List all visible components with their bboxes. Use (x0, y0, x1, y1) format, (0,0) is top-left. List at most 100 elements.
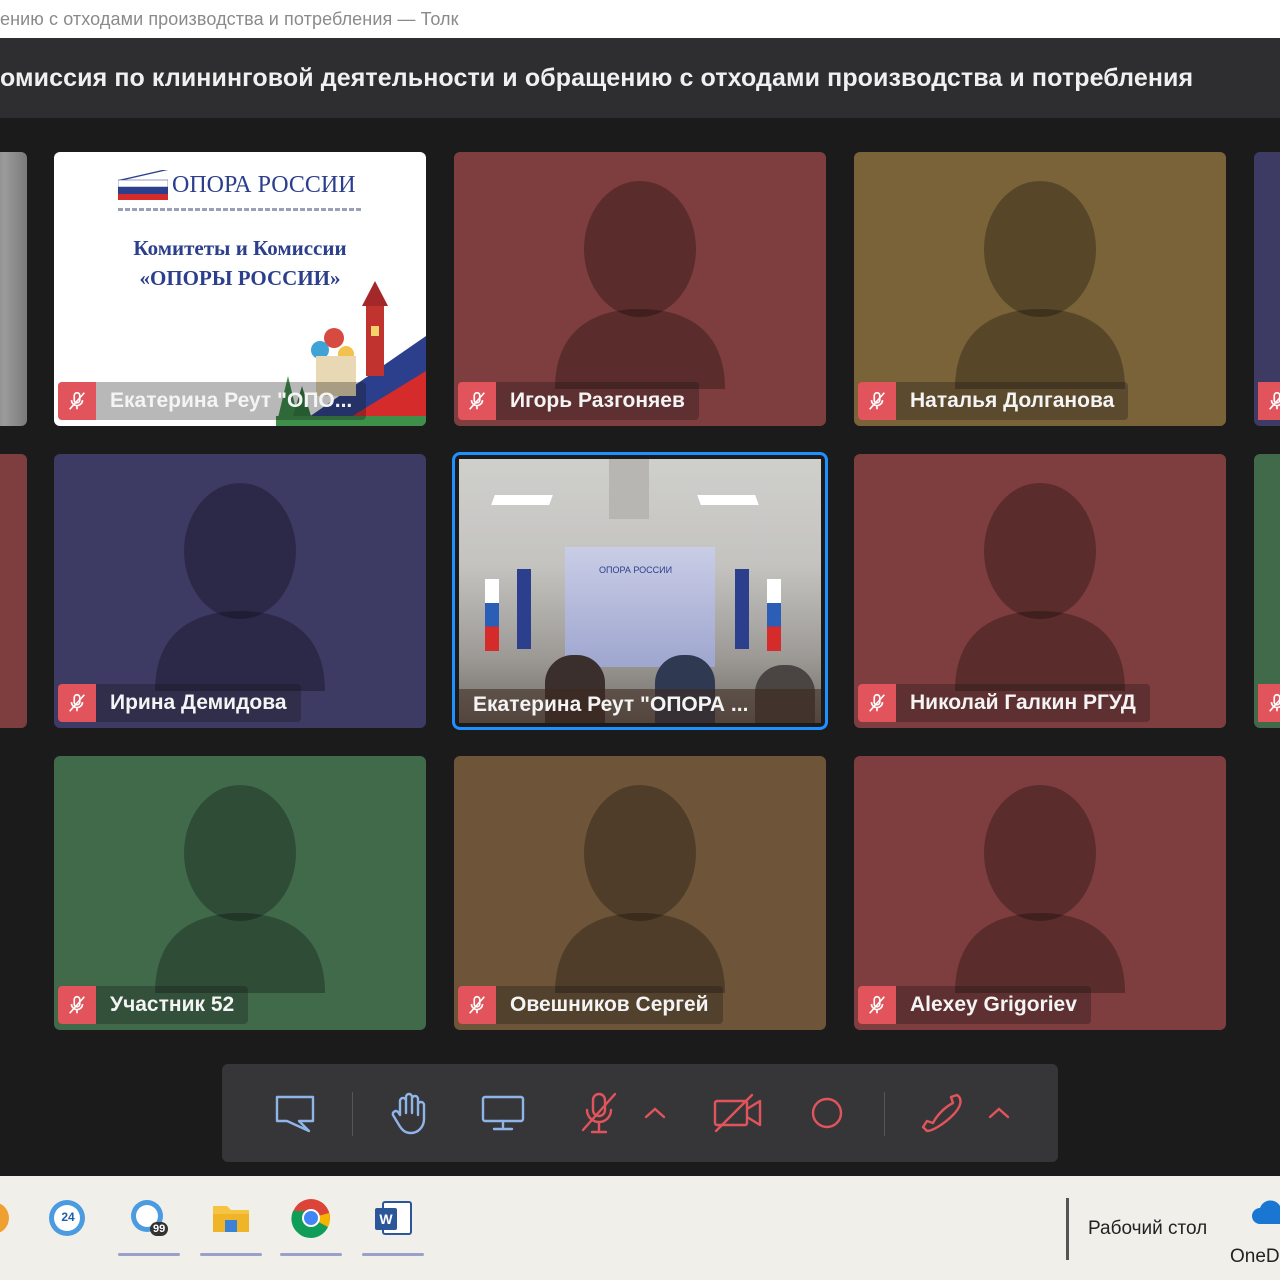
ceiling-light (491, 495, 553, 505)
partial-tile-left-1[interactable] (0, 152, 27, 426)
taskbar-active-indicator (200, 1253, 262, 1256)
avatar-placeholder-icon (955, 785, 1125, 993)
mic-muted-icon (1258, 684, 1280, 722)
ceiling-light (697, 495, 759, 505)
partial-tile-right-2[interactable] (1254, 454, 1280, 728)
taskbar-app-word[interactable]: W (360, 1190, 426, 1256)
taskbar-separator (1066, 1198, 1069, 1260)
partial-tile-left-2[interactable] (0, 454, 27, 728)
mic-muted-icon (58, 986, 96, 1024)
avatar-placeholder-icon (155, 483, 325, 691)
participant-tile[interactable]: Alexey Grigoriev (854, 756, 1226, 1030)
taskbar-active-indicator (362, 1253, 424, 1256)
screen-share-icon (481, 1095, 525, 1131)
avatar-placeholder-icon (555, 181, 725, 389)
flag (767, 579, 781, 651)
participant-name: Игорь Разгоняев (510, 389, 685, 412)
participant-tile[interactable]: Участник 52 (54, 756, 426, 1030)
participant-name: Екатерина Реут "ОПО... (110, 389, 353, 412)
notification-count-badge: 99 (150, 1222, 169, 1236)
onedrive-label: OneD (1230, 1246, 1280, 1267)
taskbar-active-indicator (118, 1253, 180, 1256)
active-speaker-tile[interactable]: ОПОРА РОССИИ Екатерина Реут "ОПОРА ... (452, 452, 828, 730)
screen-share-button[interactable] (478, 1088, 528, 1138)
taskbar-app-explorer[interactable] (198, 1190, 264, 1256)
participant-name-tag: Наталья Долганова (858, 382, 1129, 420)
flag (517, 569, 531, 649)
flag (735, 569, 749, 649)
russian-flag-icon (118, 170, 168, 200)
participant-tile[interactable]: ОПОРА РОССИИ Комитеты и Комиссии «ОПОРЫ … (54, 152, 426, 426)
chat-icon (275, 1095, 315, 1133)
mic-muted-icon (58, 382, 96, 420)
participant-name-tag: Ирина Демидова (58, 684, 301, 722)
toolbar-divider (884, 1092, 885, 1136)
record-button[interactable] (802, 1088, 852, 1138)
chat-button[interactable] (270, 1088, 320, 1138)
hang-up-button[interactable] (916, 1088, 966, 1138)
taskbar-app-calendar-notify[interactable]: 99 (116, 1190, 182, 1256)
microphone-options-button[interactable] (630, 1088, 680, 1138)
opora-logo: ОПОРА РОССИИ (118, 170, 356, 200)
window-titlebar: ению с отходами производства и потреблен… (0, 0, 1280, 38)
participant-name: Alexey Grigoriev (910, 993, 1077, 1016)
raise-hand-button[interactable] (384, 1088, 434, 1138)
chrome-icon (291, 1199, 330, 1238)
participant-name-tag: Alexey Grigoriev (858, 986, 1091, 1024)
svg-text:W: W (379, 1211, 393, 1227)
video-feed: ОПОРА РОССИИ (459, 459, 821, 723)
chevron-up-icon (988, 1107, 1010, 1119)
mic-muted-icon (458, 382, 496, 420)
avatar-placeholder-icon (155, 785, 325, 993)
mic-muted-icon (858, 382, 896, 420)
folder-icon (213, 1206, 249, 1232)
camera-button[interactable] (710, 1088, 766, 1138)
participant-name-tag: Екатерина Реут "ОПО... (58, 382, 367, 420)
participant-name: Участник 52 (110, 993, 235, 1016)
call-toolbar (222, 1064, 1058, 1162)
partial-tile-right-1[interactable] (1254, 152, 1280, 426)
participant-name: Николай Галкин РГУД (910, 691, 1136, 714)
mic-muted-icon (58, 684, 96, 722)
onedrive-cloud-icon[interactable] (1250, 1198, 1280, 1226)
taskbar-active-indicator (280, 1253, 342, 1256)
participant-name-tag: Игорь Разгоняев (458, 382, 699, 420)
participant-name: Наталья Долганова (910, 389, 1115, 412)
microphone-button[interactable] (574, 1088, 624, 1138)
participant-tile[interactable]: Наталья Долганова (854, 152, 1226, 426)
participant-tile[interactable]: Овешников Сергей (454, 756, 826, 1030)
avatar-placeholder-icon (955, 181, 1125, 389)
press-wall-logo: ОПОРА РОССИИ (599, 565, 673, 575)
ceiling-beam (609, 459, 649, 519)
opora-logo-text: ОПОРА РОССИИ (172, 171, 356, 198)
slide-line-1: Комитеты и Комиссии (133, 236, 347, 260)
participant-name: Ирина Демидова (110, 691, 287, 714)
participant-tile[interactable]: Николай Галкин РГУД (854, 454, 1226, 728)
logo-subline (118, 208, 362, 211)
mic-off-icon (581, 1092, 617, 1134)
participant-name-tag: Овешников Сергей (458, 986, 723, 1024)
taskbar-app-calendar[interactable]: 24 (34, 1190, 100, 1246)
app-icon (0, 1203, 9, 1233)
participant-name-tag: Николай Галкин РГУД (858, 684, 1150, 722)
taskbar-app-partial[interactable] (0, 1190, 26, 1246)
calendar-badge-number: 24 (61, 1210, 75, 1224)
mic-muted-icon (458, 986, 496, 1024)
avatar-placeholder-icon (555, 785, 725, 993)
hang-up-options-button[interactable] (974, 1088, 1024, 1138)
mic-muted-icon (858, 986, 896, 1024)
participant-name: Овешников Сергей (510, 993, 709, 1016)
taskbar-app-chrome[interactable] (278, 1190, 344, 1256)
camera-off-icon (713, 1093, 762, 1133)
participant-tile[interactable]: Ирина Демидова (54, 454, 426, 728)
participant-tile[interactable]: Игорь Разгоняев (454, 152, 826, 426)
raise-hand-icon (391, 1092, 426, 1135)
meeting-header: омиссия по клининговой деятельности и об… (0, 38, 1280, 118)
desktop-toolbar-label[interactable]: Рабочий стол (1088, 1218, 1207, 1240)
mic-muted-icon (858, 684, 896, 722)
meeting-title: омиссия по клининговой деятельности и об… (0, 64, 1194, 92)
mic-muted-icon (1258, 382, 1280, 420)
window-title: ению с отходами производства и потреблен… (0, 9, 459, 29)
chevron-up-icon (644, 1107, 666, 1119)
participant-name: Екатерина Реут "ОПОРА ... (473, 693, 749, 716)
